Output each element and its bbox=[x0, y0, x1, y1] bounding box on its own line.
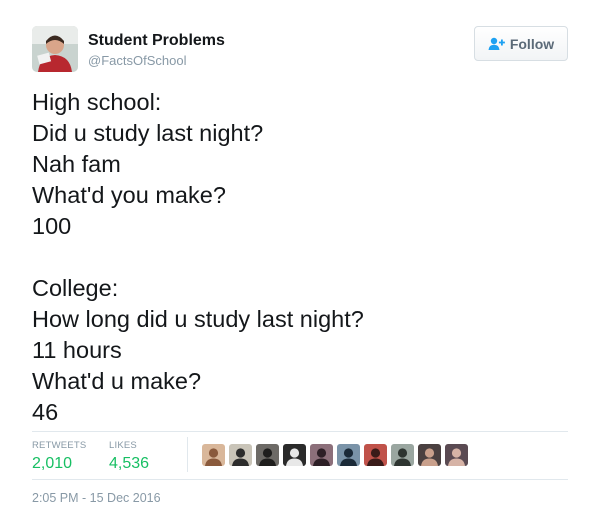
author-handle[interactable]: @FactsOfSchool bbox=[88, 53, 186, 68]
retweets-stat[interactable]: RETWEETS 2,010 bbox=[32, 440, 86, 473]
liker-avatar-icon[interactable] bbox=[445, 444, 468, 466]
tweet-text: High school: Did u study last night? Nah… bbox=[32, 87, 364, 428]
tweet-timestamp[interactable]: 2:05 PM - 15 Dec 2016 bbox=[32, 491, 161, 505]
follow-button[interactable]: Follow bbox=[474, 26, 568, 61]
profile-photo-icon[interactable] bbox=[32, 26, 78, 72]
retweets-count: 2,010 bbox=[32, 455, 73, 472]
liker-avatar-icon[interactable] bbox=[364, 444, 387, 466]
liker-avatar-icon[interactable] bbox=[283, 444, 306, 466]
tweet-line: High school: bbox=[32, 89, 162, 115]
liker-avatar-icon[interactable] bbox=[256, 444, 279, 466]
tweet-line: 46 bbox=[32, 399, 59, 425]
tweet-card: Student Problems @FactsOfSchool Follow H… bbox=[0, 0, 600, 514]
tweet-line: College: bbox=[32, 275, 119, 301]
follow-button-label: Follow bbox=[509, 35, 555, 52]
tweet-line: 11 hours bbox=[32, 337, 122, 363]
tweet-line: Nah fam bbox=[32, 151, 121, 177]
liker-avatars bbox=[202, 444, 468, 466]
stats-divider-top bbox=[32, 431, 568, 432]
stats-divider-bottom bbox=[32, 479, 568, 480]
liker-avatar-icon[interactable] bbox=[310, 444, 333, 466]
retweets-label: RETWEETS bbox=[32, 440, 87, 451]
add-user-icon bbox=[488, 37, 506, 51]
liker-avatar-icon[interactable] bbox=[229, 444, 252, 466]
tweet-line: What'd you make? bbox=[32, 182, 226, 208]
tweet-line: How long did u study last night? bbox=[32, 306, 364, 332]
tweet-line: Did u study last night? bbox=[32, 120, 264, 146]
author-display-name[interactable]: Student Problems bbox=[88, 32, 225, 50]
liker-avatar-icon[interactable] bbox=[391, 444, 414, 466]
liker-avatar-icon[interactable] bbox=[202, 444, 225, 466]
likes-label: LIKES bbox=[109, 440, 137, 451]
stats-separator bbox=[187, 437, 188, 472]
tweet-line: What'd u make? bbox=[32, 368, 202, 394]
likes-count: 4,536 bbox=[109, 455, 150, 472]
liker-avatar-icon[interactable] bbox=[337, 444, 360, 466]
likes-stat[interactable]: LIKES 4,536 bbox=[109, 440, 149, 473]
liker-avatar-icon[interactable] bbox=[418, 444, 441, 466]
tweet-line: 100 bbox=[32, 213, 72, 239]
